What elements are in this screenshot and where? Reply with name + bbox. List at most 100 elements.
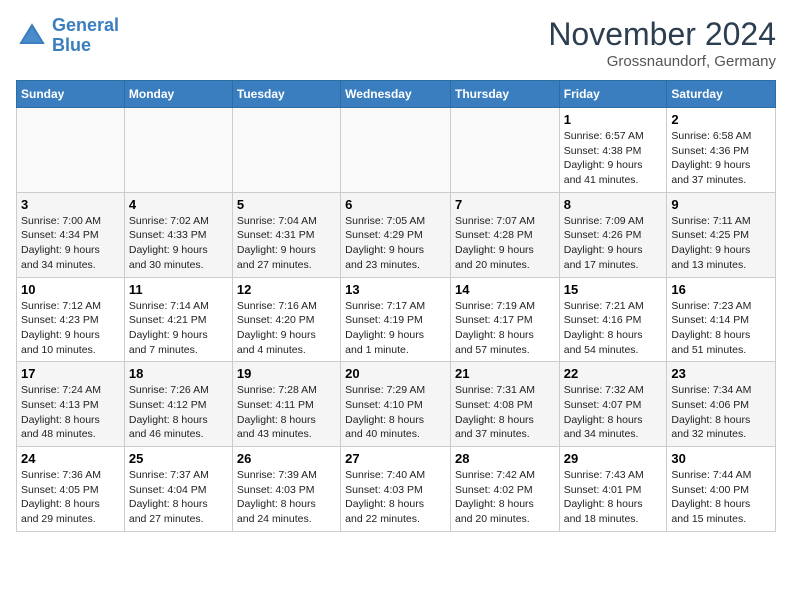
weekday-header-row: SundayMondayTuesdayWednesdayThursdayFrid… — [17, 81, 776, 108]
calendar-cell: 15Sunrise: 7:21 AM Sunset: 4:16 PM Dayli… — [559, 277, 667, 362]
weekday-header-wednesday: Wednesday — [341, 81, 451, 108]
calendar-cell: 21 Sunrise: 7:31 AM Sunset: 4:08 PM Dayli… — [450, 362, 559, 447]
calendar-cell: 3Sunrise: 7:00 AM Sunset: 4:34 PM Daylig… — [17, 192, 125, 277]
day-detail: Sunrise: 7:23 AM Sunset: 4:14 PM Dayligh… — [671, 299, 771, 358]
day-number: 25 — [129, 451, 228, 466]
calendar-cell: 30 Sunrise: 7:44 AM Sunset: 4:00 PM Dayli… — [667, 447, 776, 532]
calendar-body: 1Sunrise: 6:57 AM Sunset: 4:38 PM Daylig… — [17, 108, 776, 532]
day-number: 18 — [129, 366, 228, 381]
calendar-cell: 7 Sunrise: 7:07 AM Sunset: 4:28 PM Daylig… — [450, 192, 559, 277]
day-number: 2 — [671, 112, 771, 127]
calendar-cell: 10 Sunrise: 7:12 AM Sunset: 4:23 PM Dayli… — [17, 277, 125, 362]
calendar-cell: 8Sunrise: 7:09 AM Sunset: 4:26 PM Daylig… — [559, 192, 667, 277]
calendar-week-4: 17 Sunrise: 7:24 AM Sunset: 4:13 PM Dayli… — [17, 362, 776, 447]
logo: General Blue — [16, 16, 119, 56]
calendar-cell — [450, 108, 559, 193]
day-detail: Sunrise: 7:02 AM Sunset: 4:33 PM Dayligh… — [129, 214, 228, 273]
day-detail: Sunrise: 7:12 AM Sunset: 4:23 PM Dayligh… — [21, 299, 120, 358]
calendar-week-5: 24Sunrise: 7:36 AM Sunset: 4:05 PM Dayli… — [17, 447, 776, 532]
weekday-header-saturday: Saturday — [667, 81, 776, 108]
day-detail: Sunrise: 7:37 AM Sunset: 4:04 PM Dayligh… — [129, 468, 228, 527]
weekday-header-friday: Friday — [559, 81, 667, 108]
day-detail: Sunrise: 7:31 AM Sunset: 4:08 PM Dayligh… — [455, 383, 555, 442]
logo-line1: General — [52, 15, 119, 35]
day-detail: Sunrise: 7:36 AM Sunset: 4:05 PM Dayligh… — [21, 468, 120, 527]
calendar-cell: 27Sunrise: 7:40 AM Sunset: 4:03 PM Dayli… — [341, 447, 451, 532]
calendar-cell: 6 Sunrise: 7:05 AM Sunset: 4:29 PM Daylig… — [341, 192, 451, 277]
calendar-cell: 11 Sunrise: 7:14 AM Sunset: 4:21 PM Dayli… — [124, 277, 232, 362]
calendar-cell: 25 Sunrise: 7:37 AM Sunset: 4:04 PM Dayli… — [124, 447, 232, 532]
calendar-cell: 13 Sunrise: 7:17 AM Sunset: 4:19 PM Dayli… — [341, 277, 451, 362]
calendar-cell: 17 Sunrise: 7:24 AM Sunset: 4:13 PM Dayli… — [17, 362, 125, 447]
day-detail: Sunrise: 6:57 AM Sunset: 4:38 PM Dayligh… — [564, 129, 663, 188]
calendar-week-2: 3Sunrise: 7:00 AM Sunset: 4:34 PM Daylig… — [17, 192, 776, 277]
calendar-cell: 22Sunrise: 7:32 AM Sunset: 4:07 PM Dayli… — [559, 362, 667, 447]
day-detail: Sunrise: 7:39 AM Sunset: 4:03 PM Dayligh… — [237, 468, 336, 527]
calendar-cell — [17, 108, 125, 193]
day-detail: Sunrise: 7:07 AM Sunset: 4:28 PM Dayligh… — [455, 214, 555, 273]
calendar-cell: 14 Sunrise: 7:19 AM Sunset: 4:17 PM Dayli… — [450, 277, 559, 362]
day-detail: Sunrise: 7:17 AM Sunset: 4:19 PM Dayligh… — [345, 299, 446, 358]
calendar-week-1: 1Sunrise: 6:57 AM Sunset: 4:38 PM Daylig… — [17, 108, 776, 193]
calendar-cell — [124, 108, 232, 193]
day-detail: Sunrise: 7:11 AM Sunset: 4:25 PM Dayligh… — [671, 214, 771, 273]
day-number: 6 — [345, 197, 446, 212]
day-number: 17 — [21, 366, 120, 381]
day-detail: Sunrise: 7:24 AM Sunset: 4:13 PM Dayligh… — [21, 383, 120, 442]
day-detail: Sunrise: 7:42 AM Sunset: 4:02 PM Dayligh… — [455, 468, 555, 527]
day-number: 13 — [345, 282, 446, 297]
logo-text: General Blue — [52, 16, 119, 56]
day-number: 27 — [345, 451, 446, 466]
location-title: Grossnaundorf, Germany — [548, 53, 776, 70]
day-number: 23 — [671, 366, 771, 381]
calendar-cell: 4 Sunrise: 7:02 AM Sunset: 4:33 PM Daylig… — [124, 192, 232, 277]
day-detail: Sunrise: 7:34 AM Sunset: 4:06 PM Dayligh… — [671, 383, 771, 442]
day-number: 21 — [455, 366, 555, 381]
day-detail: Sunrise: 7:19 AM Sunset: 4:17 PM Dayligh… — [455, 299, 555, 358]
weekday-header-sunday: Sunday — [17, 81, 125, 108]
calendar-cell: 5 Sunrise: 7:04 AM Sunset: 4:31 PM Daylig… — [232, 192, 340, 277]
day-number: 30 — [671, 451, 771, 466]
weekday-header-thursday: Thursday — [450, 81, 559, 108]
page-header: General Blue November 2024 Grossnaundorf… — [16, 16, 776, 70]
day-detail: Sunrise: 7:05 AM Sunset: 4:29 PM Dayligh… — [345, 214, 446, 273]
day-number: 20 — [345, 366, 446, 381]
day-detail: Sunrise: 7:26 AM Sunset: 4:12 PM Dayligh… — [129, 383, 228, 442]
day-detail: Sunrise: 7:44 AM Sunset: 4:00 PM Dayligh… — [671, 468, 771, 527]
weekday-header-tuesday: Tuesday — [232, 81, 340, 108]
day-detail: Sunrise: 7:00 AM Sunset: 4:34 PM Dayligh… — [21, 214, 120, 273]
day-number: 26 — [237, 451, 336, 466]
calendar-cell: 19 Sunrise: 7:28 AM Sunset: 4:11 PM Dayli… — [232, 362, 340, 447]
day-detail: Sunrise: 7:29 AM Sunset: 4:10 PM Dayligh… — [345, 383, 446, 442]
day-number: 8 — [564, 197, 663, 212]
calendar-cell: 1Sunrise: 6:57 AM Sunset: 4:38 PM Daylig… — [559, 108, 667, 193]
day-detail: Sunrise: 7:14 AM Sunset: 4:21 PM Dayligh… — [129, 299, 228, 358]
day-detail: Sunrise: 7:21 AM Sunset: 4:16 PM Dayligh… — [564, 299, 663, 358]
day-detail: Sunrise: 7:28 AM Sunset: 4:11 PM Dayligh… — [237, 383, 336, 442]
calendar-cell: 9Sunrise: 7:11 AM Sunset: 4:25 PM Daylig… — [667, 192, 776, 277]
day-number: 19 — [237, 366, 336, 381]
calendar-cell: 29Sunrise: 7:43 AM Sunset: 4:01 PM Dayli… — [559, 447, 667, 532]
calendar-cell: 20 Sunrise: 7:29 AM Sunset: 4:10 PM Dayli… — [341, 362, 451, 447]
day-number: 14 — [455, 282, 555, 297]
calendar-cell: 28 Sunrise: 7:42 AM Sunset: 4:02 PM Dayli… — [450, 447, 559, 532]
calendar-cell: 23 Sunrise: 7:34 AM Sunset: 4:06 PM Dayli… — [667, 362, 776, 447]
calendar-cell: 2 Sunrise: 6:58 AM Sunset: 4:36 PM Daylig… — [667, 108, 776, 193]
day-number: 22 — [564, 366, 663, 381]
day-number: 4 — [129, 197, 228, 212]
calendar-table: SundayMondayTuesdayWednesdayThursdayFrid… — [16, 80, 776, 532]
day-number: 10 — [21, 282, 120, 297]
day-number: 12 — [237, 282, 336, 297]
day-number: 11 — [129, 282, 228, 297]
title-block: November 2024 Grossnaundorf, Germany — [548, 16, 776, 70]
day-number: 7 — [455, 197, 555, 212]
day-number: 29 — [564, 451, 663, 466]
calendar-cell: 24Sunrise: 7:36 AM Sunset: 4:05 PM Dayli… — [17, 447, 125, 532]
day-detail: Sunrise: 6:58 AM Sunset: 4:36 PM Dayligh… — [671, 129, 771, 188]
calendar-week-3: 10 Sunrise: 7:12 AM Sunset: 4:23 PM Dayli… — [17, 277, 776, 362]
day-detail: Sunrise: 7:04 AM Sunset: 4:31 PM Dayligh… — [237, 214, 336, 273]
day-number: 28 — [455, 451, 555, 466]
calendar-cell: 12Sunrise: 7:16 AM Sunset: 4:20 PM Dayli… — [232, 277, 340, 362]
day-number: 5 — [237, 197, 336, 212]
calendar-cell: 26 Sunrise: 7:39 AM Sunset: 4:03 PM Dayli… — [232, 447, 340, 532]
